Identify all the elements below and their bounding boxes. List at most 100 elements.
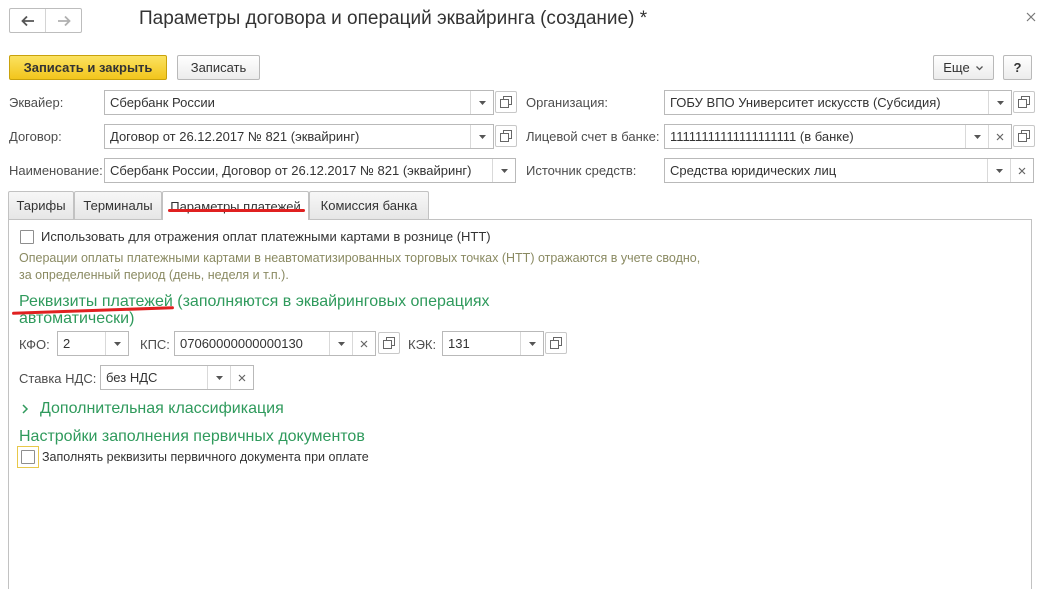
clear-icon <box>360 340 368 347</box>
kfo-field[interactable]: 2 <box>57 331 129 356</box>
requisites-heading-line1: Реквизиты платежей (заполняются в эквайр… <box>19 293 490 310</box>
kek-value: 131 <box>448 336 470 351</box>
account-label: Лицевой счет в банке: <box>526 129 660 144</box>
retail-checkbox-label: Использовать для отражения оплат платежн… <box>41 229 491 244</box>
kek-field[interactable]: 131 <box>442 331 544 356</box>
extra-classification-toggle[interactable]: Дополнительная классификация <box>20 400 284 417</box>
kek-open-button[interactable] <box>545 332 567 354</box>
account-open-button[interactable] <box>1013 125 1035 147</box>
clear-icon <box>1018 167 1026 174</box>
forward-button[interactable] <box>45 9 81 32</box>
help-button[interactable]: ? <box>1003 55 1032 80</box>
source-field[interactable]: Средства юридических лиц <box>664 158 1034 183</box>
contract-dropdown[interactable] <box>470 125 493 148</box>
vat-value: без НДС <box>106 370 158 385</box>
dropdown-arrow-icon <box>113 341 121 346</box>
save-button[interactable]: Записать <box>177 55 260 80</box>
account-field[interactable]: 11111111111111111111 (в банке) <box>664 124 1012 149</box>
more-label: Еще <box>943 60 970 75</box>
tab-bank-commission[interactable]: Комиссия банка <box>309 191 429 219</box>
kps-field[interactable]: 07060000000000130 <box>174 331 376 356</box>
kek-dropdown[interactable] <box>520 332 543 355</box>
contract-field[interactable]: Договор от 26.12.2017 № 821 (эквайринг) <box>104 124 494 149</box>
primary-docs-checkbox[interactable] <box>21 450 35 464</box>
close-icon <box>1026 12 1036 22</box>
kps-label: КПС: <box>140 337 170 352</box>
window-title: Параметры договора и операций эквайринга… <box>139 8 648 29</box>
open-icon <box>1018 96 1030 108</box>
dropdown-arrow-icon <box>478 100 486 105</box>
primary-docs-checkbox-label: Заполнять реквизиты первичного документа… <box>42 450 369 464</box>
primary-docs-heading: Настройки заполнения первичных документо… <box>19 428 365 445</box>
open-icon <box>550 337 562 349</box>
chevron-right-icon <box>22 403 29 414</box>
kfo-value: 2 <box>63 336 71 351</box>
annotation-underline-tab <box>168 209 305 212</box>
organization-dropdown[interactable] <box>988 91 1011 114</box>
navigation-buttons <box>9 8 82 33</box>
organization-value: ГОБУ ВПО Университет искусств (Субсидия) <box>670 95 941 110</box>
open-icon <box>1018 130 1030 142</box>
arrow-left-icon <box>20 15 34 26</box>
organization-open-button[interactable] <box>1013 91 1035 113</box>
name-label: Наименование: <box>9 163 103 178</box>
dropdown-arrow-icon <box>995 168 1003 173</box>
acquirer-dropdown[interactable] <box>470 91 493 114</box>
source-label: Источник средств: <box>526 163 637 178</box>
kek-label: КЭК: <box>408 337 437 352</box>
more-button[interactable]: Еще <box>933 55 994 80</box>
open-icon <box>500 130 512 142</box>
kfo-dropdown[interactable] <box>105 332 128 355</box>
tab-terminals[interactable]: Терминалы <box>74 191 162 219</box>
clear-icon <box>238 374 246 381</box>
extra-classification-label: Дополнительная классификация <box>40 400 284 417</box>
organization-field[interactable]: ГОБУ ВПО Университет искусств (Субсидия) <box>664 90 1012 115</box>
open-icon <box>500 96 512 108</box>
retail-checkbox[interactable] <box>20 230 34 244</box>
open-icon <box>383 337 395 349</box>
source-value: Средства юридических лиц <box>670 163 837 178</box>
name-field[interactable]: Сбербанк России, Договор от 26.12.2017 №… <box>104 158 516 183</box>
dropdown-arrow-icon <box>973 134 981 139</box>
vat-dropdown[interactable] <box>207 366 230 389</box>
retail-hint-line2: за определенный период (день, неделя и т… <box>19 268 289 282</box>
tab-tariffs[interactable]: Тарифы <box>8 191 74 219</box>
dropdown-arrow-icon <box>996 100 1004 105</box>
chevron-down-icon <box>975 65 983 70</box>
kps-clear-button[interactable] <box>352 332 375 355</box>
acquirer-label: Эквайер: <box>9 95 64 110</box>
source-dropdown[interactable] <box>987 159 1010 182</box>
kfo-label: КФО: <box>19 337 50 352</box>
acquirer-field[interactable]: Сбербанк России <box>104 90 494 115</box>
clear-icon <box>996 133 1004 140</box>
account-value: 11111111111111111111 (в банке) <box>670 129 854 144</box>
contract-open-button[interactable] <box>495 125 517 147</box>
acquirer-value: Сбербанк России <box>110 95 215 110</box>
save-and-close-button[interactable]: Записать и закрыть <box>9 55 167 80</box>
account-clear-button[interactable] <box>988 125 1011 148</box>
acquirer-open-button[interactable] <box>495 91 517 113</box>
tab-payment-parameters[interactable]: Параметры платежей <box>162 191 309 220</box>
contract-value: Договор от 26.12.2017 № 821 (эквайринг) <box>110 129 360 144</box>
primary-docs-checkbox-focus[interactable] <box>17 446 39 468</box>
back-button[interactable] <box>10 9 45 32</box>
name-dropdown[interactable] <box>492 159 515 182</box>
organization-label: Организация: <box>526 95 609 110</box>
dropdown-arrow-icon <box>528 341 536 346</box>
kps-open-button[interactable] <box>378 332 400 354</box>
vat-label: Ставка НДС: <box>19 371 97 386</box>
vat-clear-button[interactable] <box>230 366 253 389</box>
source-clear-button[interactable] <box>1010 159 1033 182</box>
close-button[interactable] <box>1023 9 1039 25</box>
kps-dropdown[interactable] <box>329 332 352 355</box>
dropdown-arrow-icon <box>500 168 508 173</box>
contract-label: Договор: <box>9 129 62 144</box>
dropdown-arrow-icon <box>478 134 486 139</box>
dropdown-arrow-icon <box>337 341 345 346</box>
vat-field[interactable]: без НДС <box>100 365 254 390</box>
name-value: Сбербанк России, Договор от 26.12.2017 №… <box>110 163 472 178</box>
account-dropdown[interactable] <box>965 125 988 148</box>
arrow-right-icon <box>57 15 71 26</box>
kps-value: 07060000000000130 <box>180 336 303 351</box>
dropdown-arrow-icon <box>215 375 223 380</box>
